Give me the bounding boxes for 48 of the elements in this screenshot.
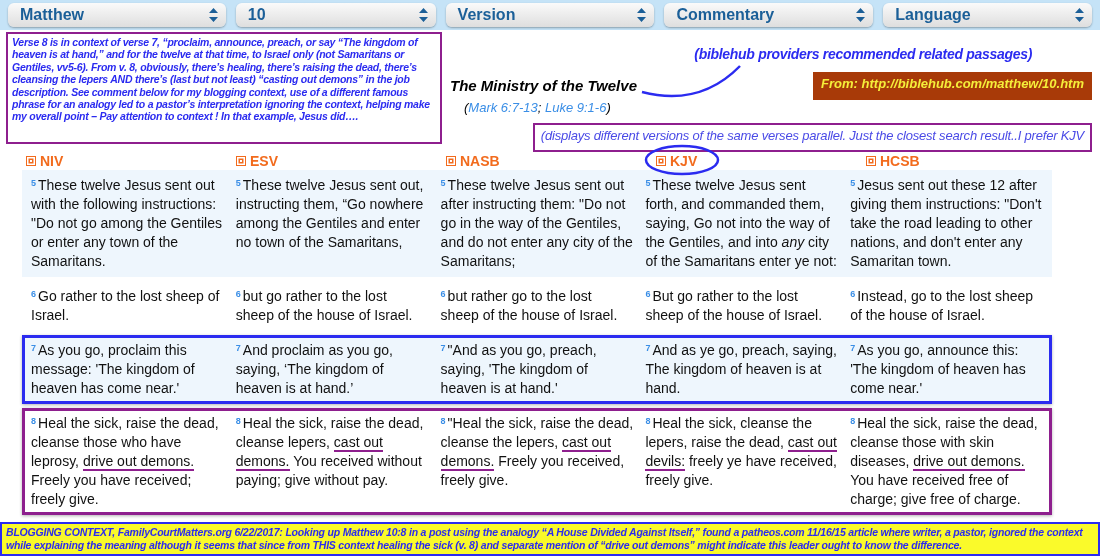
verse-text: $^{7}$ And proclaim as you go, saying, ‘The kingdom of heaven is at hand.’: [234, 341, 394, 398]
verse-text: $^{5}$These twelve Jesus sent forth, and commanded them, saying, Go not into the way of the Gentiles, and into any city of the Samaritans enter ye not:: [644, 176, 838, 271]
version-label[interactable]: KJV: [656, 153, 698, 169]
verse-text: $^{6}$ But go rather to the lost sheep of the house of Israel.: [644, 287, 824, 325]
verse-text: $^{7}$ And as ye go, preach, saying, The kingdom of heaven is at hand.: [644, 341, 838, 398]
square-icon: [446, 156, 456, 166]
dropdown-arrows-icon: [1075, 8, 1084, 22]
version-label[interactable]: ESV: [236, 153, 278, 169]
annotation-note: Verse 8 is in context of verse 7, “proclaim, announce, preach, or say “The kingdom of heaven is at hand,” and for the twelve at that time, to Israel only (not Samaritans or Gentiles, vv5-6). From v. 8, obviously, there’s healing, there’s raising the dead, there’s cleansing the lepers AND there’s (last but not least) “casting out demons” in the job description. See comment below for my blogging context, use of a different famous phrase for an analogy led to a pastor’s interpretation ignoring the context, helping make my overall point – Pay attention to context ! In that example, Jesus did….: [6, 32, 442, 144]
dropdown-select[interactable]: Matthew: [8, 3, 226, 27]
verse-text: $^{8}$ Heal the sick, raise the dead, cleanse lepers, cast out demons. You received without paying; give without pay.: [234, 414, 425, 490]
source-banner: From: http://biblehub.com/matthew/10.htm: [813, 72, 1092, 100]
dropdown-arrows-icon: [208, 8, 218, 22]
version-label[interactable]: NASB: [446, 153, 500, 169]
dropdown-select[interactable]: 10: [235, 3, 436, 27]
dropdown-arrows-icon: [418, 8, 428, 22]
verse-text: $^{6}$ Go rather to the lost sheep of Israel.: [30, 287, 221, 325]
verse-text: $^{6}$ but go rather to the lost sheep of the house of Israel.: [234, 287, 414, 325]
verse-text: $^{6}$ Instead, go to the lost sheep of the house of Israel.: [849, 287, 1035, 325]
verse-text: $^{7}$ As you go, announce this: 'The kingdom of heaven has come near.': [849, 341, 1027, 398]
dropdown-arrows-icon: [637, 8, 647, 22]
dropdown-select[interactable]: Version: [445, 3, 655, 27]
version-label[interactable]: HCSB: [866, 153, 920, 169]
dropdown-select[interactable]: Language: [883, 3, 1092, 27]
verse-text: $^{8}$"Heal the sick, raise the dead, cleanse the lepers, cast out demons. Freely you received, freely give.: [439, 414, 635, 490]
verse-text: $^{5}$These twelve Jesus sent out after instructing them: "Do not go in the way of the Gentiles, and do not enter any city of the Samaritans;: [439, 176, 634, 271]
square-icon: [656, 156, 666, 166]
dropdown-select[interactable]: Commentary: [664, 3, 874, 27]
reference-link[interactable]: Mark 6:7-13: [468, 99, 538, 115]
annotation-footer: BLOGGING CONTEXT, FamilyCourtMatters.org 6/22/2017: Looking up Matthew 10:8 in a post using the analogy “A House Divided Against Itself,” found a patheos.com 11/16/15 article where writer, a pastor, ignored the context while explaining the meaning although it seems that since from THIS context healing the sick (v. 8) and separate mention of “drive out demons” might indicate this leader ought to know the difference.: [0, 522, 1100, 556]
verse-text: $^{5}$ These twelve Jesus sent out with the following instructions: "Do not go among the Gentiles or enter any town of the Samaritans.: [30, 176, 223, 271]
verse-text: $^{5}$ Jesus sent out these 12 after giving them instructions: "Don't take the road leading to other nations, and don't enter any Samaritan town.: [849, 176, 1043, 271]
verse-text: $^{6}$ but rather go to the lost sheep of the house of Israel.: [439, 287, 619, 325]
verse-text: $^{5}$ These twelve Jesus sent out, instructing them, “Go nowhere among the Gentiles and enter no town of the Samaritans,: [234, 176, 425, 252]
verse-text: $^{8}$ Heal the sick, raise the dead, cleanse those who have leprosy, drive out demons. Freely you have received; freely give.: [30, 414, 220, 509]
square-icon: [866, 156, 876, 166]
dropdown-arrows-icon: [856, 8, 866, 22]
annotation-box: (displays different versions of the same verses parallel. Just the closest search result..I prefer KJV: [532, 122, 1092, 152]
verse-text: $^{8}$ Heal the sick, raise the dead, cleanse those with skin diseases, drive out demons. You have received free of charge; give free of charge.: [849, 414, 1039, 509]
verse-text: $^{8}$ Heal the sick, cleanse the lepers, raise the dead, cast out devils: freely ye have received, freely give.: [644, 414, 838, 490]
square-icon: [26, 156, 36, 166]
verse-text: $^{7}$"And as you go, preach, saying, 'The kingdom of heaven is at hand.': [439, 341, 598, 398]
version-label[interactable]: NIV: [26, 153, 64, 169]
cross-references: (Mark 6:7-13; Luke 9:1-6): [464, 99, 612, 115]
verse-text: $^{7}$ As you go, proclaim this message: 'The kingdom of heaven has come near.': [30, 341, 196, 398]
square-icon: [236, 156, 246, 166]
passage-title: The Ministry of the Twelve: [450, 76, 637, 94]
annotation-text: (biblehub providers recommended related passages): [694, 46, 1032, 64]
